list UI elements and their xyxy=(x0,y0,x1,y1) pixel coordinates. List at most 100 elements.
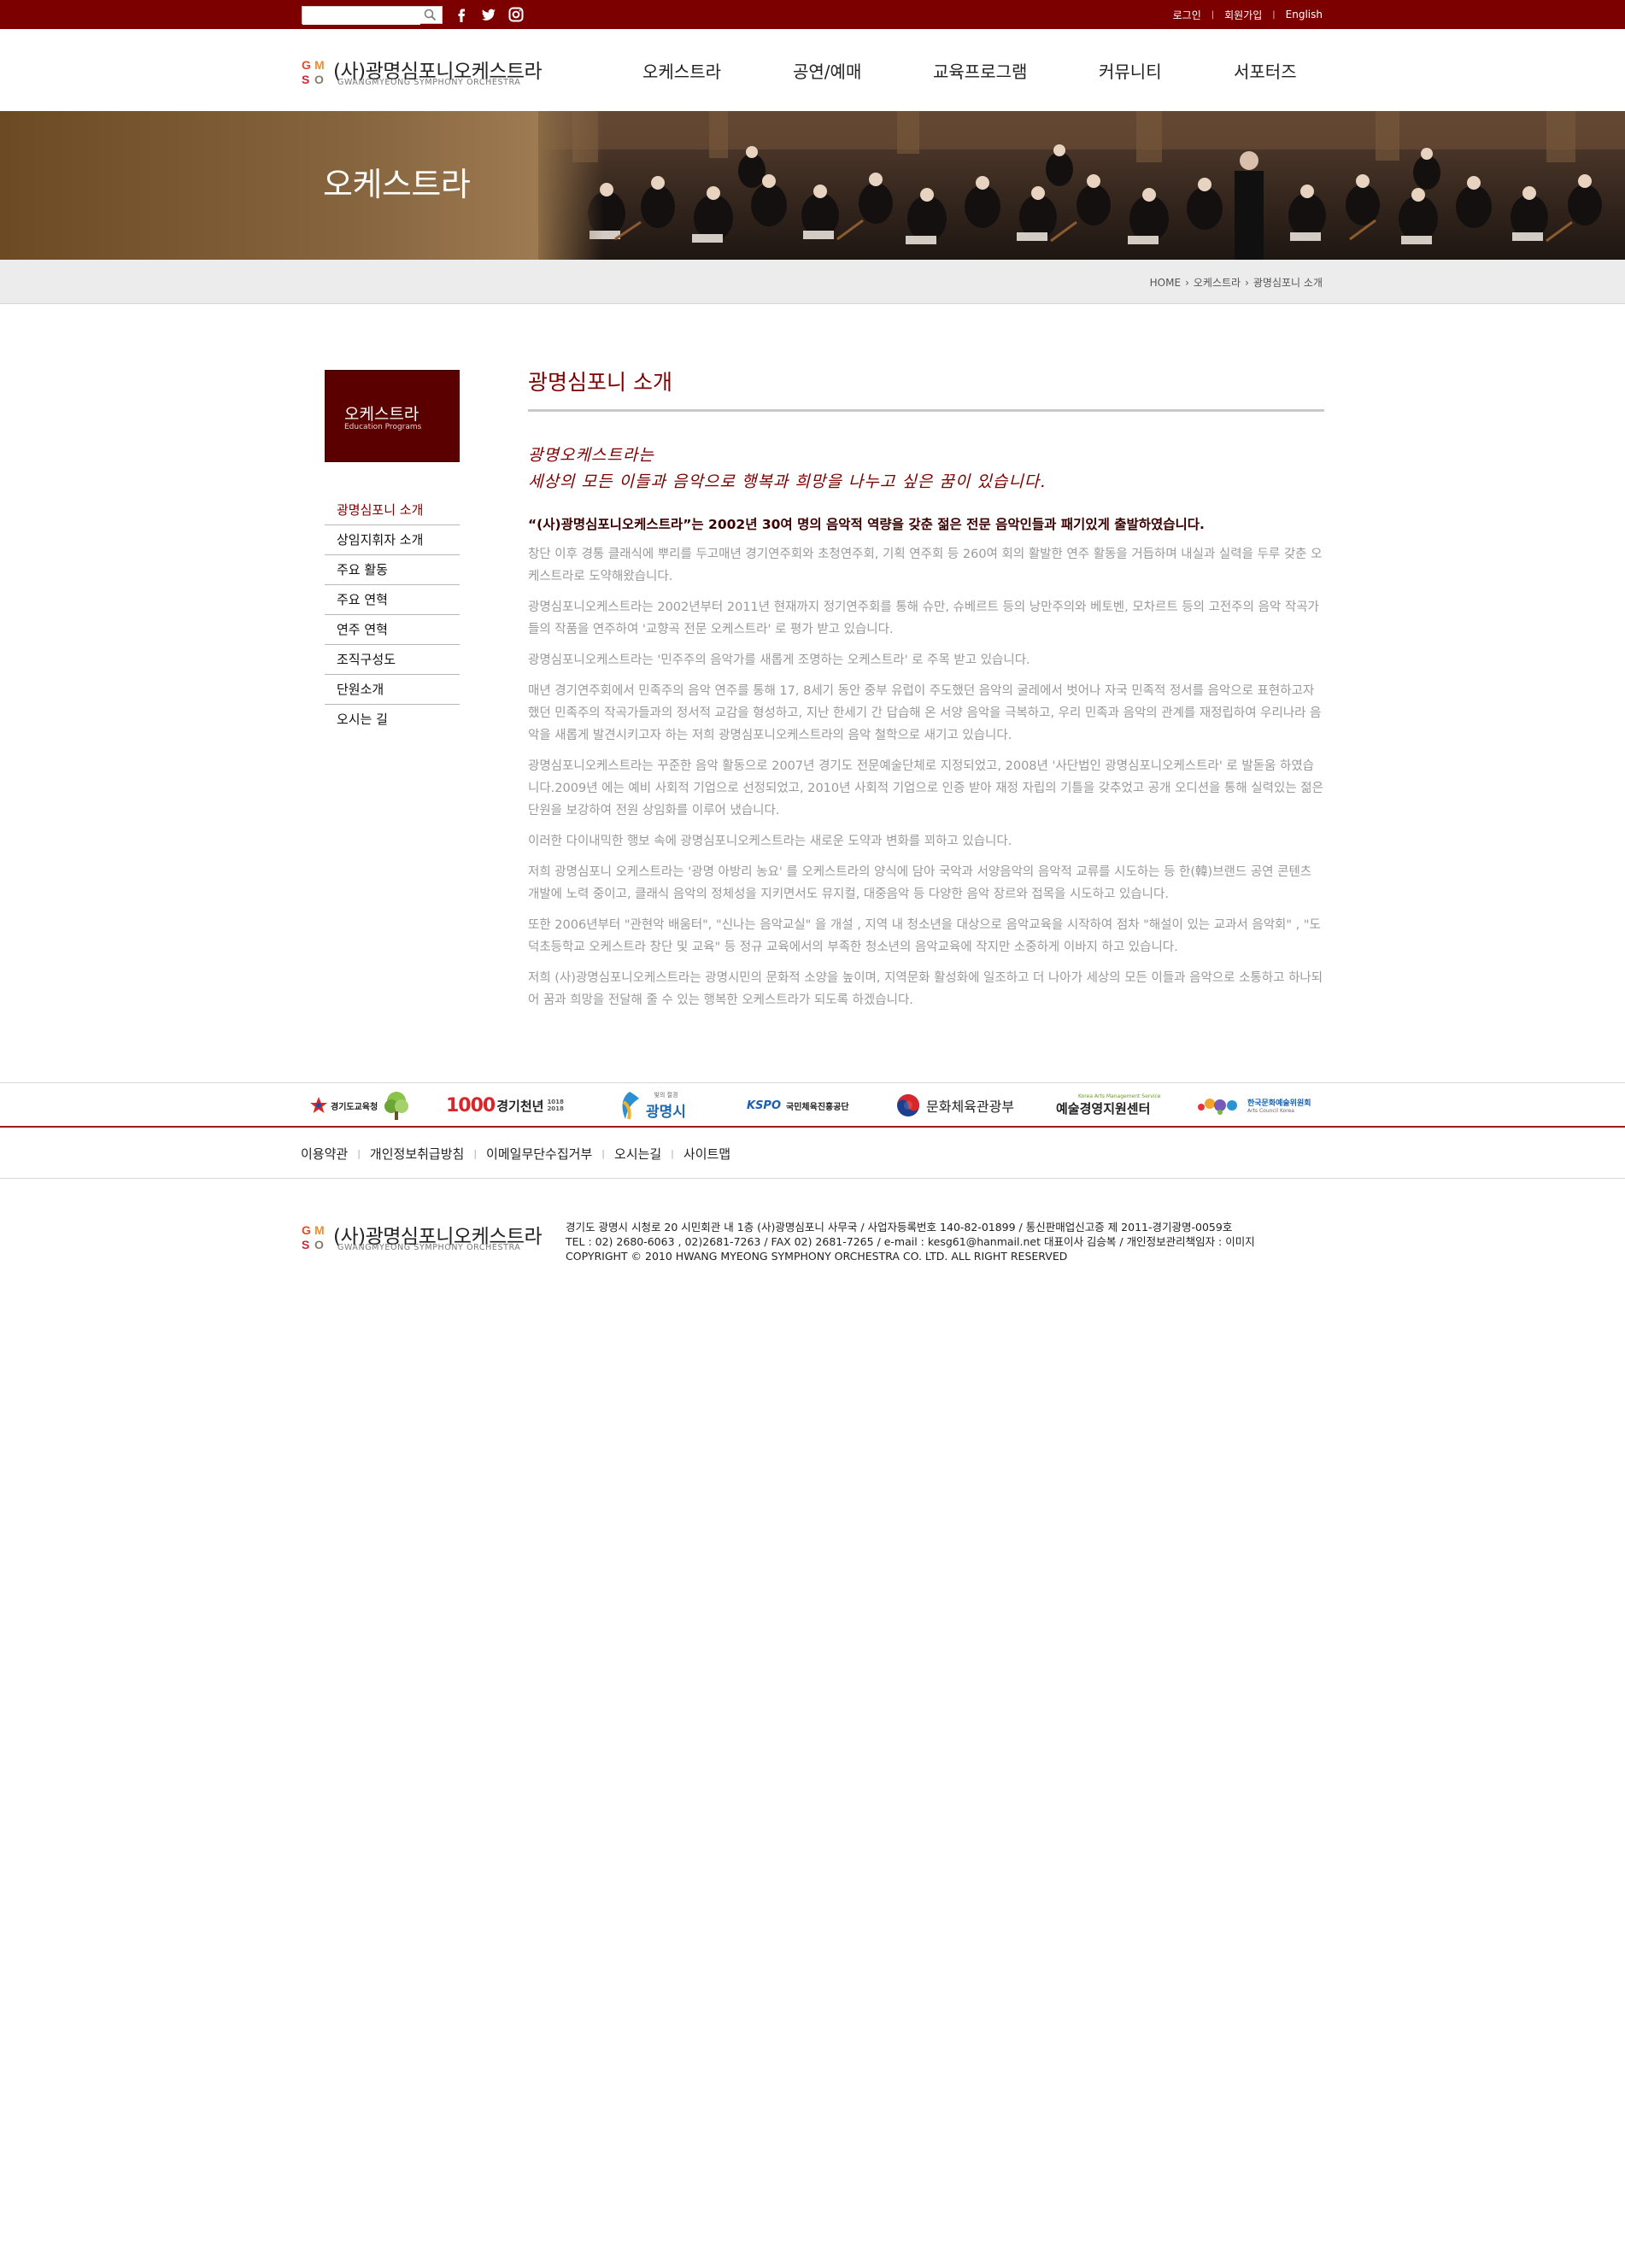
banner-title: 오케스트라 xyxy=(323,166,471,203)
slogan-line-1: 광명오케스트라는 xyxy=(528,446,654,465)
gnb-item-community[interactable]: 커뮤니티 xyxy=(1099,58,1162,83)
gnb-item-education[interactable]: 교육프로그램 xyxy=(933,58,1027,83)
lnb-item-history[interactable]: 주요 연혁 xyxy=(325,585,460,615)
paragraph: 광명심포니오케스트라는 '민주주의 음악가를 새롭게 조명하는 오케스트라' 로… xyxy=(528,653,1030,667)
sponsor-label: 한국문화예술위원회 xyxy=(1247,1099,1311,1108)
sponsor-bar: 경기도교육청 1000 경기천년 1018 2018 빛의 절경 광명시 KSP… xyxy=(0,1082,1625,1128)
sponsor-label: 문화체육관광부 xyxy=(926,1099,1015,1115)
gnb-item-supporters[interactable]: 서포터즈 xyxy=(1234,58,1297,83)
gnb-item-orchestra[interactable]: 오케스트라 xyxy=(642,58,721,83)
footer-contact: TEL : 02) 2680-6063 , 02)2681-7263 / FAX… xyxy=(566,1235,1255,1248)
kspo-logo: KSPO xyxy=(747,1099,782,1112)
logo-text-english: GWANGMYEONG SYMPHONY ORCHESTRA xyxy=(337,1243,521,1252)
footer-link-terms[interactable]: 이용약관 xyxy=(301,1145,348,1163)
footer-address: 경기도 광명시 시청로 20 시민회관 내 1층 (사)광명심포니 사무국 / … xyxy=(566,1221,1233,1234)
footer-copyright: COPYRIGHT © 2010 HWANG MYEONG SYMPHONY O… xyxy=(566,1250,1068,1263)
slogan: 광명오케스트라는 세상의 모든 이들과 음악으로 행복과 희망을 나누고 싶은 … xyxy=(528,442,1324,495)
sponsor-text: Korea Arts Management Service 예술경영지원센터 xyxy=(1056,1093,1160,1117)
arts-council-icon xyxy=(1198,1099,1237,1115)
svg-text:G: G xyxy=(302,58,311,72)
sponsor-gwangmyeong-city[interactable]: 빛의 절경 광명시 xyxy=(617,1090,686,1121)
search-icon[interactable] xyxy=(423,8,438,22)
sub-visual-banner: 오케스트라 xyxy=(0,111,1625,260)
top-bar: 로그인 | 회원가입 | English xyxy=(0,0,1625,29)
footer-logo[interactable]: G M S O (사)광명심포니오케스트라 GWANGMYEONG SYMPHO… xyxy=(301,1220,557,1256)
utility-links: 로그인 | 회원가입 | English xyxy=(1173,0,1323,29)
lnb-item-introduction[interactable]: 광명심포니 소개 xyxy=(325,495,460,525)
sponsor-sub: Korea Arts Management Service xyxy=(1078,1093,1161,1099)
main-content: 광명심포니 소개 광명오케스트라는 세상의 모든 이들과 음악으로 행복과 희망… xyxy=(528,359,1324,1011)
lnb-item-performance-history[interactable]: 연주 연혁 xyxy=(325,615,460,645)
sponsor-gyeonggi-education[interactable]: 경기도교육청 xyxy=(309,1090,410,1121)
sponsor-gyeonggi-1000[interactable]: 1000 경기천년 1018 2018 xyxy=(446,1090,564,1121)
lnb-header-title: 오케스트라 xyxy=(344,405,419,424)
side-navigation: 광명심포니 소개 상임지휘자 소개 주요 활동 주요 연혁 연주 연혁 조직구성… xyxy=(325,495,460,735)
lnb-item-activities[interactable]: 주요 활동 xyxy=(325,555,460,585)
lnb-item-members[interactable]: 단원소개 xyxy=(325,675,460,705)
sponsor-label: 경기천년 xyxy=(496,1098,544,1114)
footer-link-privacy[interactable]: 개인정보취급방침 xyxy=(370,1145,464,1163)
intro-paragraphs: 창단 이후 경통 클래식에 뿌리를 두고매년 경기연주회와 초청연주회, 기획 … xyxy=(528,543,1324,1011)
chevron-right-icon: › xyxy=(1245,276,1249,289)
lnb-header: 오케스트라 Education Programs xyxy=(325,370,460,462)
lnb-item-organization[interactable]: 조직구성도 xyxy=(325,645,460,675)
paragraph: 매년 경기연주회에서 민족주의 음악 연주를 통해 17, 8세기 동안 중부 … xyxy=(528,684,1322,742)
separator: | xyxy=(671,1148,674,1159)
lnb-header-subtitle: Education Programs xyxy=(344,423,422,431)
paragraph: 저희 (사)광명심포니오케스트라는 광명시민의 문화적 소양을 높이며, 지역문… xyxy=(528,971,1323,1007)
breadcrumb-home[interactable]: HOME xyxy=(1150,277,1181,289)
lnb-item-directions[interactable]: 오시는 길 xyxy=(325,705,460,735)
taegeuk-icon xyxy=(897,1094,919,1116)
svg-text:M: M xyxy=(314,1223,325,1237)
paragraph: 광명심포니오케스트라는 꾸준한 음악 활동으로 2007년 경기도 전문예술단체… xyxy=(528,759,1323,818)
instagram-icon[interactable] xyxy=(507,6,525,23)
svg-text:M: M xyxy=(314,58,325,72)
gnb-item-performance[interactable]: 공연/예매 xyxy=(793,58,861,83)
footer-links: 이용약관 | 개인정보취급방침 | 이메일무단수집거부 | 오시는길 | 사이트… xyxy=(301,1145,730,1163)
breadcrumb: HOME › 오케스트라 › 광명심포니 소개 xyxy=(1150,275,1323,290)
footer-link-sitemap[interactable]: 사이트맵 xyxy=(683,1145,730,1163)
svg-text:G: G xyxy=(302,1223,311,1237)
sponsor-arts-management[interactable]: Korea Arts Management Service 예술경영지원센터 xyxy=(1056,1090,1160,1121)
twitter-icon[interactable] xyxy=(480,6,497,23)
sponsor-culture-ministry[interactable]: 문화체육관광부 xyxy=(895,1090,1014,1121)
search-box xyxy=(302,6,443,25)
facebook-icon[interactable] xyxy=(453,6,470,23)
paragraph: 광명심포니오케스트라는 2002년부터 2011년 현재까지 정기연주회를 통해… xyxy=(528,601,1319,636)
svg-text:S: S xyxy=(302,73,309,86)
svg-text:S: S xyxy=(302,1238,309,1251)
gwangmyeong-city-icon xyxy=(622,1092,639,1120)
english-link[interactable]: English xyxy=(1286,9,1323,21)
slogan-line-2: 세상의 모든 이들과 음악으로 행복과 희망을 나누고 싶은 꿈이 있습니다. xyxy=(528,472,1047,491)
sponsor-kspo[interactable]: KSPO 국민체육진흥공단 xyxy=(747,1090,849,1121)
separator: | xyxy=(601,1148,605,1159)
footer-link-directions[interactable]: 오시는길 xyxy=(614,1145,661,1163)
join-link[interactable]: 회원가입 xyxy=(1224,8,1262,22)
star-icon xyxy=(310,1097,327,1113)
breadcrumb-level1[interactable]: 오케스트라 xyxy=(1194,275,1241,290)
search-input[interactable] xyxy=(302,8,420,25)
gmso-logo-mark: G M S O xyxy=(302,58,325,86)
sponsor-label: 경기도교육청 xyxy=(331,1102,378,1112)
separator: | xyxy=(1272,9,1276,20)
sponsor-text: 빛의 절경 광명시 xyxy=(646,1091,686,1121)
sponsor-sub: 빛의 절경 xyxy=(654,1091,678,1099)
separator: | xyxy=(1211,9,1215,20)
login-link[interactable]: 로그인 xyxy=(1173,8,1201,22)
sponsor-label: 광명시 xyxy=(646,1103,686,1121)
page-title: 광명심포니 소개 xyxy=(528,359,1324,412)
paragraph: 이러한 다이내믹한 행보 속에 광명심포니오케스트라는 새로운 도약과 변화를 … xyxy=(528,835,1012,848)
site-logo[interactable]: G M S O (사)광명심포니오케스트라 GWANGMYEONG SYMPHO… xyxy=(301,55,557,91)
lnb-item-conductor[interactable]: 상임지휘자 소개 xyxy=(325,525,460,555)
separator: | xyxy=(357,1148,361,1159)
sponsor-label: 예술경영지원센터 xyxy=(1056,1101,1151,1116)
sponsor-1000-mark: 1000 xyxy=(446,1094,496,1116)
sponsor-label: 국민체육진흥공단 xyxy=(786,1102,849,1112)
paragraph: 또한 2006년부터 "관현악 배움터", "신나는 음악교실" 을 개설 , … xyxy=(528,918,1321,954)
sponsor-arts-council[interactable]: 한국문화예술위원회 Arts Council Korea xyxy=(1194,1090,1311,1121)
site-header: G M S O (사)광명심포니오케스트라 GWANGMYEONG SYMPHO… xyxy=(0,29,1625,111)
lead-text: “(사)광명심포니오케스트라”는 2002년 30여 명의 음악적 역량을 갖춘… xyxy=(528,517,1205,532)
social-links xyxy=(453,4,525,25)
footer-link-email-policy[interactable]: 이메일무단수집거부 xyxy=(486,1145,592,1163)
sponsor-text: 한국문화예술위원회 Arts Council Korea xyxy=(1247,1097,1311,1114)
